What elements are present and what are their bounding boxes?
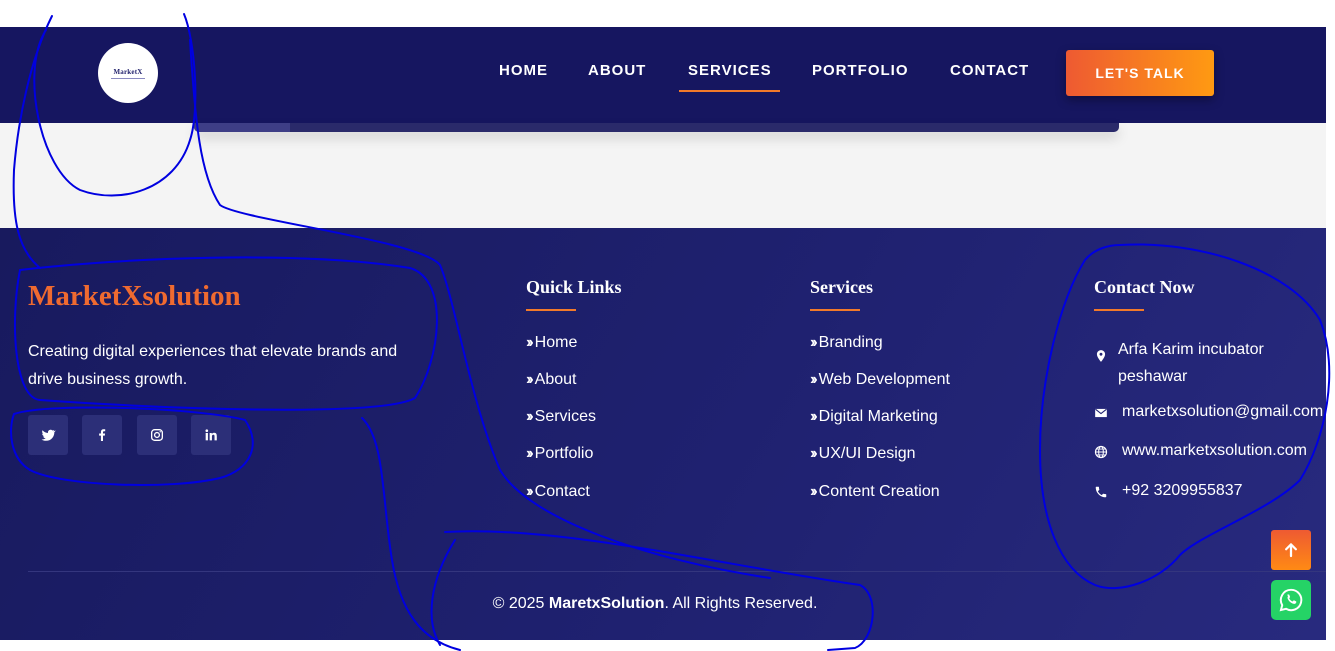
logo-underline bbox=[111, 77, 145, 79]
double-chevron-icon: ›› bbox=[810, 483, 817, 500]
double-chevron-icon: ›› bbox=[526, 408, 533, 425]
logo-text: MarketX bbox=[113, 67, 143, 76]
contact-address: Arfa Karim incubator peshawar bbox=[1094, 336, 1264, 390]
lets-talk-button[interactable]: LET'S TALK bbox=[1066, 50, 1214, 96]
footer-link-contact[interactable]: ›› Contact bbox=[526, 483, 590, 501]
footer-link-label: Home bbox=[534, 334, 578, 351]
service-link-label: Digital Marketing bbox=[818, 408, 938, 425]
active-nav-underline bbox=[679, 90, 780, 92]
contact-website-text: www.marketxsolution.com bbox=[1122, 442, 1307, 459]
whatsapp-icon bbox=[1279, 588, 1303, 612]
facebook-link[interactable] bbox=[82, 415, 122, 455]
address-line-1: Arfa Karim incubator bbox=[1118, 341, 1264, 358]
service-link-ux-ui-design[interactable]: ›› UX/UI Design bbox=[810, 445, 916, 463]
contact-website[interactable]: www.marketxsolution.com bbox=[1094, 442, 1307, 460]
globe-icon bbox=[1094, 445, 1108, 459]
copyright: © 2025 MaretxSolution. All Rights Reserv… bbox=[0, 595, 1310, 613]
twitter-link[interactable] bbox=[28, 415, 68, 455]
service-link-web-development[interactable]: ›› Web Development bbox=[810, 371, 950, 389]
nav-contact[interactable]: CONTACT bbox=[950, 62, 1029, 79]
footer-link-home[interactable]: ›› Home bbox=[526, 334, 577, 352]
copyright-suffix: . All Rights Reserved. bbox=[664, 595, 818, 612]
double-chevron-icon: ›› bbox=[526, 445, 533, 462]
service-link-branding[interactable]: ›› Branding bbox=[810, 334, 883, 352]
instagram-link[interactable] bbox=[137, 415, 177, 455]
nav-about[interactable]: ABOUT bbox=[588, 62, 646, 79]
twitter-icon bbox=[41, 429, 56, 441]
footer-divider bbox=[28, 571, 1326, 572]
service-link-label: Branding bbox=[818, 334, 883, 351]
quick-links-underline bbox=[526, 309, 576, 311]
double-chevron-icon: ›› bbox=[526, 483, 533, 500]
site-footer: MarketXsolution Creating digital experie… bbox=[0, 228, 1326, 640]
footer-link-label: Portfolio bbox=[534, 445, 594, 462]
contact-phone-text: +92 3209955837 bbox=[1122, 482, 1243, 499]
double-chevron-icon: ›› bbox=[810, 445, 817, 462]
footer-link-label: Services bbox=[534, 408, 597, 425]
footer-link-services[interactable]: ›› Services bbox=[526, 408, 596, 426]
contact-email[interactable]: marketxsolution@gmail.com bbox=[1094, 403, 1323, 421]
nav-home[interactable]: HOME bbox=[499, 62, 548, 79]
double-chevron-icon: ›› bbox=[810, 334, 817, 351]
service-link-label: Content Creation bbox=[818, 483, 940, 500]
back-to-top-button[interactable] bbox=[1271, 530, 1311, 570]
service-link-digital-marketing[interactable]: ›› Digital Marketing bbox=[810, 408, 938, 426]
copyright-brand: MaretxSolution bbox=[548, 595, 665, 612]
footer-link-about[interactable]: ›› About bbox=[526, 371, 576, 389]
section-band bbox=[0, 123, 1326, 228]
service-link-label: Web Development bbox=[818, 371, 950, 388]
site-logo[interactable]: MarketX bbox=[98, 43, 158, 103]
footer-link-portfolio[interactable]: ›› Portfolio bbox=[526, 445, 593, 463]
whatsapp-button[interactable] bbox=[1271, 580, 1311, 620]
footer-brand: MarketXsolution bbox=[28, 280, 241, 312]
service-link-label: UX/UI Design bbox=[818, 445, 916, 462]
map-pin-icon bbox=[1096, 350, 1106, 362]
band-bar bbox=[194, 123, 1119, 132]
contact-phone[interactable]: +92 3209955837 bbox=[1094, 482, 1243, 500]
contact-email-text: marketxsolution@gmail.com bbox=[1122, 403, 1324, 420]
double-chevron-icon: ›› bbox=[526, 371, 533, 388]
phone-icon bbox=[1095, 486, 1107, 498]
services-underline bbox=[810, 309, 860, 311]
footer-link-label: About bbox=[534, 371, 577, 388]
quick-links-title: Quick Links bbox=[526, 277, 622, 297]
page: MarketX HOME ABOUT SERVICES PORTFOLIO CO… bbox=[0, 0, 1335, 651]
facebook-icon bbox=[99, 429, 106, 441]
envelope-icon bbox=[1095, 408, 1107, 418]
double-chevron-icon: ›› bbox=[526, 334, 533, 351]
site-header: MarketX HOME ABOUT SERVICES PORTFOLIO CO… bbox=[0, 27, 1326, 123]
nav-portfolio[interactable]: PORTFOLIO bbox=[812, 62, 909, 79]
nav-services[interactable]: SERVICES bbox=[688, 62, 772, 79]
linkedin-icon bbox=[205, 429, 217, 441]
double-chevron-icon: ›› bbox=[810, 408, 817, 425]
copyright-prefix: © 2025 bbox=[492, 595, 549, 612]
address-line-2: peshawar bbox=[1118, 368, 1188, 385]
instagram-icon bbox=[151, 429, 163, 441]
contact-title: Contact Now bbox=[1094, 277, 1195, 297]
arrow-up-icon bbox=[1285, 543, 1297, 558]
linkedin-link[interactable] bbox=[191, 415, 231, 455]
footer-link-label: Contact bbox=[534, 483, 590, 500]
service-link-content-creation[interactable]: ›› Content Creation bbox=[810, 483, 940, 501]
services-title: Services bbox=[810, 277, 873, 297]
contact-address-text: Arfa Karim incubator peshawar bbox=[1118, 336, 1264, 390]
contact-underline bbox=[1094, 309, 1144, 311]
footer-tagline: Creating digital experiences that elevat… bbox=[28, 343, 398, 388]
band-bar-accent bbox=[194, 123, 290, 132]
double-chevron-icon: ›› bbox=[810, 371, 817, 388]
